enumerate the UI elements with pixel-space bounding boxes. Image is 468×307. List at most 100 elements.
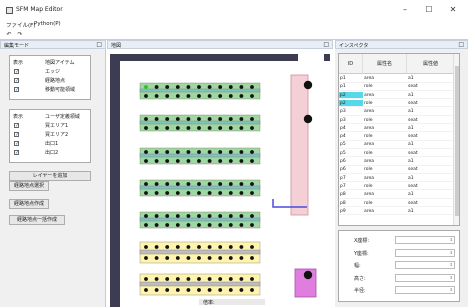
waypoint-dot[interactable]: [228, 159, 233, 163]
waypoint-dot[interactable]: [165, 85, 170, 89]
waypoint-dot[interactable]: [239, 214, 244, 218]
left-panel-float-icon[interactable]: □: [96, 41, 102, 48]
waypoint-dot[interactable]: [165, 159, 170, 163]
waypoint-dot[interactable]: [186, 245, 191, 249]
waypoint-dot[interactable]: [218, 117, 223, 121]
waypoint-dot[interactable]: [186, 85, 191, 89]
cell-attr-name[interactable]: role: [363, 133, 407, 141]
waypoint-dot[interactable]: [218, 214, 223, 218]
waypoint-dot[interactable]: [228, 277, 233, 281]
waypoint-dot[interactable]: [175, 223, 180, 227]
properties-scrollbar[interactable]: [453, 54, 459, 225]
waypoint-dot[interactable]: [186, 159, 191, 163]
waypoint-dot[interactable]: [165, 214, 170, 218]
waypoint-dot[interactable]: [154, 245, 159, 249]
waypoint-dot[interactable]: [228, 191, 233, 195]
property-row[interactable]: p8 role seat: [339, 200, 459, 207]
waypoint-dot[interactable]: [207, 182, 212, 186]
waypoint-dot[interactable]: [239, 159, 244, 163]
waypoint-dot[interactable]: [175, 159, 180, 163]
property-row[interactable]: p5 area a1: [339, 141, 459, 149]
waypoint-dot[interactable]: [165, 126, 170, 130]
waypoint-dot[interactable]: [165, 182, 170, 186]
cell-attr-value[interactable]: seat: [407, 117, 455, 124]
user-layer-row[interactable]: ✓ 出口1: [13, 140, 91, 147]
cell-attr-value[interactable]: a1: [407, 208, 455, 216]
property-row[interactable]: p4 area a1: [339, 125, 459, 133]
cell-attr-value[interactable]: seat: [407, 200, 455, 207]
waypoint-dot[interactable]: [239, 256, 244, 260]
menu-file[interactable]: ファイル(F): [6, 21, 35, 29]
cell-attr-name[interactable]: area: [363, 108, 407, 116]
property-row[interactable]: p2 role seat: [339, 99, 459, 108]
waypoint-dot[interactable]: [186, 94, 191, 98]
waypoint-dot[interactable]: [154, 150, 159, 154]
waypoint-dot[interactable]: [197, 256, 201, 260]
cell-id[interactable]: p5: [339, 141, 363, 149]
waypoint-dot[interactable]: [239, 85, 244, 89]
cell-id[interactable]: p8: [339, 200, 363, 207]
waypoint-dot[interactable]: [239, 94, 244, 98]
waypoint-dot[interactable]: [250, 245, 254, 249]
waypoint-dot[interactable]: [250, 117, 254, 121]
waypoint-dot[interactable]: [197, 117, 201, 121]
waypoint-dot[interactable]: [165, 191, 170, 195]
walkable-visible-checkbox[interactable]: ✓: [14, 87, 19, 93]
waypoint-dot[interactable]: [218, 159, 223, 163]
cell-attr-name[interactable]: role: [363, 183, 407, 191]
waypoint-dot[interactable]: [197, 182, 201, 186]
spin-arrows-icon[interactable]: ⇕: [450, 250, 453, 255]
waypoint-dot[interactable]: [228, 245, 233, 249]
seat-table-divider[interactable]: [139, 281, 261, 287]
property-row[interactable]: p9 area a1: [339, 208, 459, 216]
waypoint-dot[interactable]: [207, 126, 212, 130]
cell-attr-name[interactable]: area: [363, 125, 407, 133]
waypoint-dot[interactable]: [197, 150, 201, 154]
waypoint-dot[interactable]: [228, 117, 233, 121]
property-row[interactable]: p7 role seat: [339, 183, 459, 191]
waypoint-dot[interactable]: [250, 223, 254, 227]
cell-id[interactable]: p2: [339, 91, 363, 100]
cell-attr-name[interactable]: role: [363, 117, 407, 124]
waypoint-dot[interactable]: [186, 182, 191, 186]
cell-id[interactable]: p4: [339, 125, 363, 133]
seat-table-divider[interactable]: [139, 249, 261, 255]
cell-attr-value[interactable]: a1: [407, 92, 455, 100]
cell-attr-name[interactable]: role: [363, 200, 407, 207]
waypoint-dot[interactable]: [207, 214, 212, 218]
waypoint-dot[interactable]: [154, 126, 159, 130]
waypoint-dot[interactable]: [144, 85, 148, 89]
coordinate-spinbox[interactable]: ⇕: [395, 248, 455, 257]
waypoint-dot[interactable]: [250, 85, 254, 89]
cell-attr-value[interactable]: seat: [407, 166, 455, 174]
waypoint-dot[interactable]: [154, 117, 159, 121]
waypoint-dot[interactable]: [154, 191, 159, 195]
cell-attr-name[interactable]: area: [363, 175, 407, 183]
waypoint-dot[interactable]: [228, 182, 233, 186]
waypoint-dot[interactable]: [197, 191, 201, 195]
waypoint-dot[interactable]: [218, 126, 223, 130]
inspector-panel-float-icon[interactable]: □: [458, 41, 464, 48]
spin-arrows-icon[interactable]: ⇕: [450, 262, 453, 267]
waypoint-dot[interactable]: [165, 256, 170, 260]
waypoint-dot[interactable]: [218, 256, 223, 260]
exit-area-1[interactable]: [290, 74, 309, 216]
waypoint-dot[interactable]: [250, 256, 254, 260]
cell-attr-value[interactable]: a1: [407, 191, 455, 199]
waypoint-dot[interactable]: [228, 85, 233, 89]
properties-table[interactable]: ID 属性名 属性値 p1 area a1 p1 role seat p2 area a1 p2 r…: [338, 53, 460, 226]
waypoint-dot[interactable]: [207, 277, 212, 281]
cell-attr-value[interactable]: seat: [407, 83, 455, 91]
property-row[interactable]: p1 role seat: [339, 83, 459, 91]
cell-id[interactable]: p1: [339, 83, 363, 91]
cell-id[interactable]: p4: [339, 133, 363, 141]
waypoint-dot[interactable]: [239, 117, 244, 121]
waypoint-dot[interactable]: [218, 182, 223, 186]
waypoint-dot[interactable]: [207, 150, 212, 154]
cell-id[interactable]: p1: [339, 75, 363, 83]
cell-attr-value[interactable]: seat: [407, 150, 455, 158]
waypoint-dot[interactable]: [228, 94, 233, 98]
cell-id[interactable]: p8: [339, 191, 363, 199]
waypoint-dot[interactable]: [250, 191, 254, 195]
waypoint-dot[interactable]: [144, 117, 148, 121]
